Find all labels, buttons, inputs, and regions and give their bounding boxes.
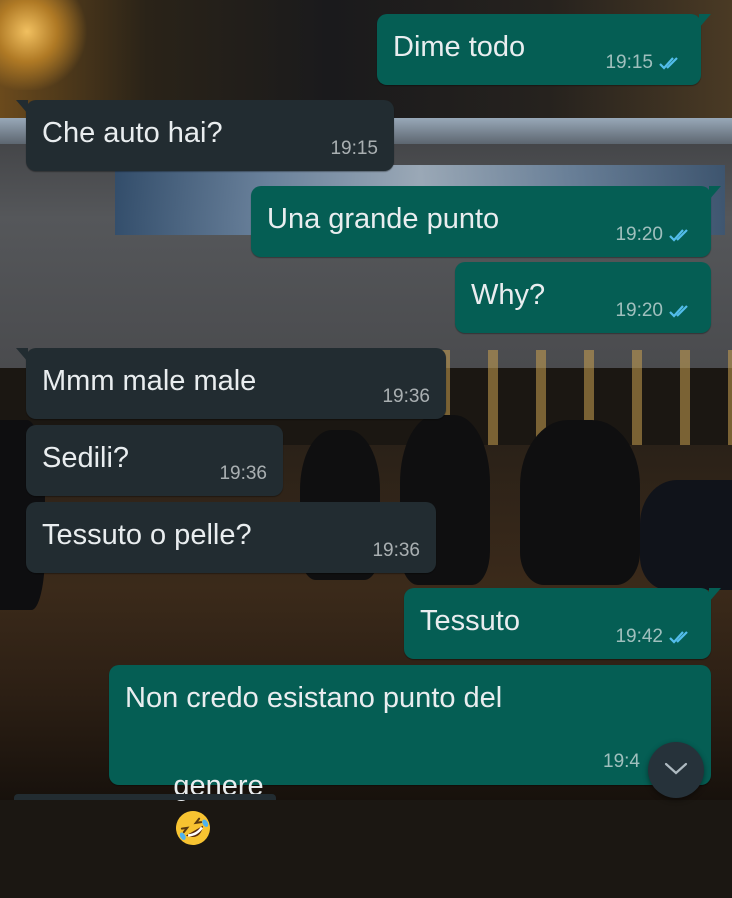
message-bubble-outgoing[interactable]: Tessuto 19:42 [404, 588, 721, 659]
message-time: 19:20 [615, 300, 663, 321]
read-receipt-icon [659, 57, 678, 70]
message-time: 19:15 [605, 52, 653, 73]
message-text: Tessuto o pelle? [42, 519, 252, 551]
message-text: Mmm male male [42, 365, 257, 397]
scroll-to-bottom-button[interactable] [648, 742, 704, 798]
message-bubble-outgoing[interactable]: Why? 19:20 [455, 262, 711, 333]
message-text-line1: Non credo esistano punto del [125, 682, 503, 714]
chevron-down-icon [664, 762, 688, 775]
message-bubble-incoming[interactable]: Che auto hai? 19:15 [16, 100, 394, 171]
message-time: 19:42 [615, 626, 663, 647]
message-text: Dime todo [393, 31, 526, 63]
message-time: 19:36 [372, 540, 420, 561]
message-time: 19:36 [219, 463, 267, 484]
message-bubble-outgoing[interactable]: Dime todo 19:15 [377, 14, 711, 85]
message-bubble-outgoing[interactable]: Non credo esistano punto del genere 19:4 [109, 665, 711, 845]
message-time: 19:20 [615, 224, 663, 245]
message-text: Che auto hai? [42, 117, 223, 149]
message-bubble-incoming[interactable]: Sedili? 19:36 [26, 425, 283, 496]
message-text: Sedili? [42, 442, 130, 474]
read-receipt-icon [669, 305, 688, 318]
message-text: Tessuto [420, 605, 520, 637]
read-receipt-icon [669, 229, 688, 242]
message-bubble-incoming[interactable]: Tessuto o pelle? 19:36 [26, 502, 436, 573]
rofl-emoji-icon [176, 811, 211, 845]
message-bubble-outgoing[interactable]: Una grande punto 19:20 [251, 186, 721, 257]
read-receipt-icon [669, 631, 688, 644]
message-list: Dime todo 19:15 Che auto hai? 19:15 Una … [0, 0, 732, 845]
message-text: Why? [471, 279, 546, 311]
message-time: 19:4 [603, 751, 640, 772]
next-message-edge [14, 794, 276, 800]
message-bubble-incoming[interactable]: Mmm male male 19:36 [16, 348, 446, 419]
message-time: 19:15 [330, 138, 378, 159]
message-time: 19:36 [382, 386, 430, 407]
message-text: Una grande punto [267, 203, 500, 235]
